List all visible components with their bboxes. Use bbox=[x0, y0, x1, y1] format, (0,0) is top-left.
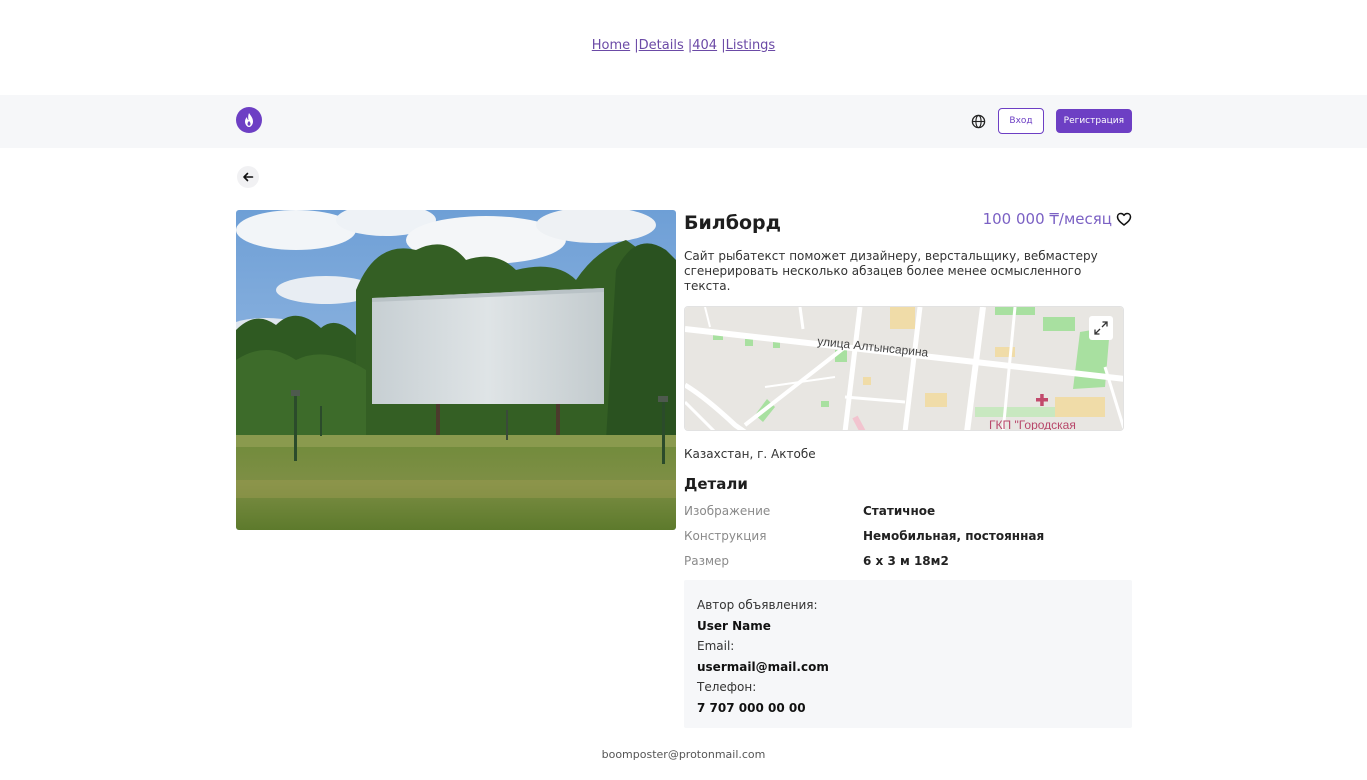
author-phone[interactable]: 7 707 000 00 00 bbox=[697, 698, 1119, 719]
location-map[interactable]: улица Алтынсарина ГКП "Городская bbox=[684, 306, 1124, 431]
phone-label: Телефон: bbox=[697, 680, 757, 694]
register-button[interactable]: Регистрация bbox=[1055, 109, 1132, 133]
map-poi-label: ГКП "Городская bbox=[989, 418, 1076, 431]
nav-link-home[interactable]: Home bbox=[592, 38, 630, 53]
expand-icon bbox=[1094, 321, 1108, 335]
arrow-left-icon bbox=[243, 172, 254, 182]
expand-map-button[interactable] bbox=[1089, 316, 1113, 340]
nav-link-details[interactable]: Details bbox=[639, 38, 684, 53]
nav-link-404[interactable]: 404 bbox=[692, 38, 717, 53]
footer-email[interactable]: boomposter@protonmail.com bbox=[0, 748, 1367, 761]
heart-icon[interactable] bbox=[1116, 211, 1132, 227]
listing-photo bbox=[236, 210, 676, 530]
login-button[interactable]: Вход bbox=[998, 108, 1044, 134]
detail-row-image: Изображение Статичное bbox=[684, 504, 936, 518]
listing-price: 100 000 ₸/месяц bbox=[982, 210, 1112, 228]
author-name: User Name bbox=[697, 618, 771, 633]
author-card: Автор объявления: User Name Email: userm… bbox=[684, 580, 1132, 728]
author-label: Автор объявления: bbox=[697, 598, 818, 612]
email-label: Email: bbox=[697, 639, 735, 653]
listing-title: Билборд bbox=[684, 212, 781, 234]
author-email[interactable]: usermail@mail.com bbox=[697, 657, 1119, 678]
nav-link-listings[interactable]: Listings bbox=[726, 38, 776, 53]
globe-icon[interactable] bbox=[970, 113, 986, 129]
top-nav: Home |Details |404 |Listings bbox=[591, 38, 776, 53]
header-bar: Вход Регистрация bbox=[0, 95, 1367, 148]
detail-row-construction: Конструкция Немобильная, постоянная bbox=[684, 529, 1045, 543]
listing-description: Сайт рыбатекст поможет дизайнеру, верста… bbox=[684, 249, 1098, 293]
back-button[interactable] bbox=[237, 166, 259, 188]
listing-location: Казахстан, г. Актобе bbox=[684, 447, 816, 461]
details-heading: Детали bbox=[684, 475, 748, 493]
header-actions: Вход Регистрация bbox=[970, 108, 1132, 134]
listing-info: Билборд 100 000 ₸/месяц Сайт рыбатекст п… bbox=[684, 210, 1132, 728]
detail-row-size: Размер 6 x 3 м 18м2 bbox=[684, 554, 949, 568]
logo-icon[interactable] bbox=[236, 107, 262, 133]
